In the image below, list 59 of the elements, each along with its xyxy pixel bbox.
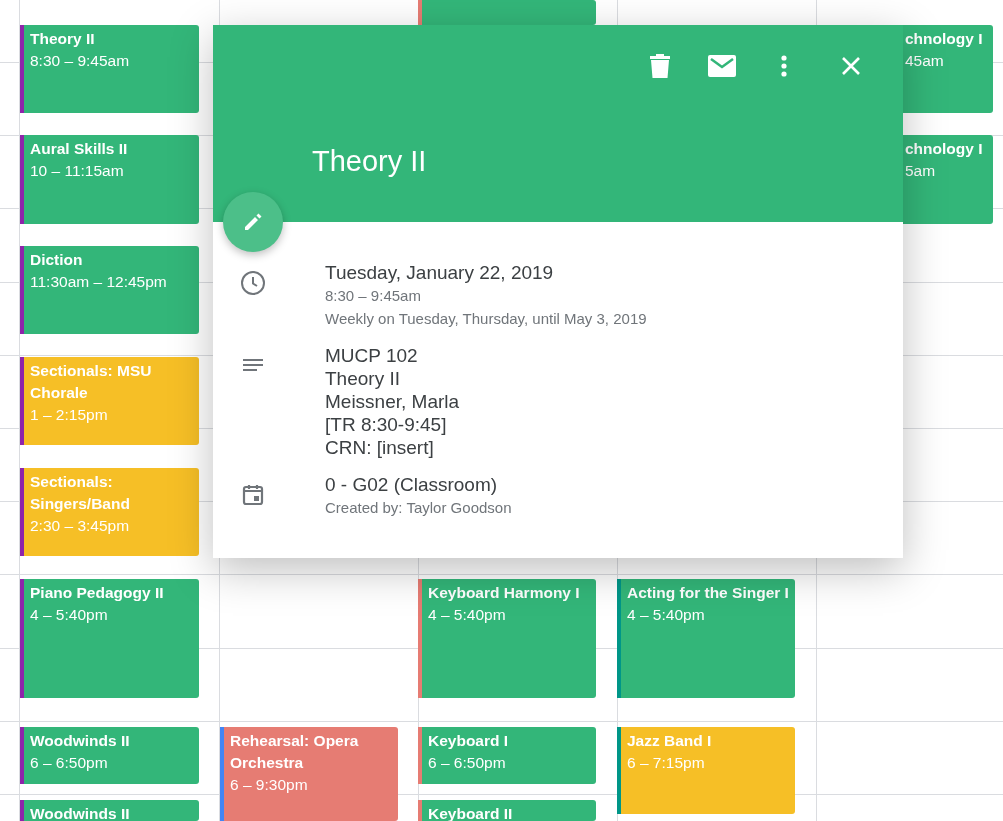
description-line: Meissner, Marla (325, 390, 460, 413)
calendar-event[interactable]: Piano Pedagogy II 4 – 5:40pm (20, 579, 199, 698)
event-time: 45am (905, 51, 945, 71)
event-time-range: 8:30 – 9:45am (325, 286, 422, 306)
event-title: Acting for the Singer I (627, 583, 790, 603)
calendar-event[interactable]: chnology I 45am (903, 25, 993, 113)
calendar-event[interactable]: Woodwinds II 6 – 6:50pm (20, 727, 199, 784)
calendar-event[interactable]: Diction 11:30am – 12:45pm (20, 246, 199, 334)
event-title: Woodwinds II (30, 804, 131, 821)
calendar-event[interactable]: Rehearsal: Opera Orchestra 6 – 9:30pm (220, 727, 398, 821)
event-title: Keyboard I (428, 731, 510, 751)
event-time: 6 – 9:30pm (230, 775, 309, 795)
event-title: Piano Pedagogy II (30, 583, 165, 603)
calendar-event[interactable]: Sectionals: Singers/Band 2:30 – 3:45pm (20, 468, 199, 556)
calendar-event[interactable]: Keyboard Harmony I 4 – 5:40pm (418, 579, 596, 698)
description-line: [TR 8:30-9:45] (325, 413, 448, 436)
description-line: Theory II (325, 367, 401, 390)
event-title: Aural Skills II (30, 139, 129, 159)
created-by-text: Created by: Taylor Goodson (325, 498, 512, 518)
event-time: 4 – 5:40pm (30, 605, 109, 625)
event-time: 2:30 – 3:45pm (30, 516, 131, 536)
event-title: Diction (30, 250, 84, 270)
event-title: Jazz Band I (627, 731, 713, 751)
recurrence-text: Weekly on Tuesday, Thursday, until May 3, 2019 (325, 309, 647, 329)
event-time: 5am (905, 161, 937, 181)
calendar-event[interactable]: chnology I 5am (903, 135, 993, 224)
event-title: chnology I (905, 139, 984, 159)
event-title: Rehearsal: Opera Orchestra (230, 731, 360, 773)
calendar-event[interactable]: Aural Skills II 10 – 11:15am (20, 135, 199, 224)
calendar-icon (240, 482, 266, 508)
event-time: 4 – 5:40pm (428, 605, 507, 625)
event-time: 8:30 – 9:45am (30, 51, 131, 71)
description-line: CRN: [insert] (325, 436, 435, 459)
calendar-event[interactable]: Acting for the Singer I 4 – 5:40pm (617, 579, 795, 698)
event-date: Tuesday, January 22, 2019 (325, 261, 555, 284)
calendar-event[interactable]: Keyboard I 6 – 6:50pm (418, 727, 596, 784)
event-time: 11:30am – 12:45pm (30, 272, 168, 292)
description-line: MUCP 102 (325, 344, 419, 367)
pencil-icon (243, 212, 263, 232)
calendar-name: 0 - G02 (Classroom) (325, 473, 499, 496)
event-time: 6 – 6:50pm (30, 753, 109, 773)
clock-icon (240, 270, 266, 296)
popup-title: Theory II (312, 145, 427, 178)
event-time: 6 – 7:15pm (627, 753, 706, 773)
event-title: Woodwinds II (30, 731, 131, 751)
event-title: Sectionals: Singers/Band (30, 472, 131, 514)
calendar-event[interactable]: Sectionals: MSU Chorale 1 – 2:15pm (20, 357, 199, 445)
calendar-event[interactable]: Jazz Band I 6 – 7:15pm (617, 727, 795, 814)
event-title: Keyboard Harmony I (428, 583, 581, 603)
edit-button[interactable] (223, 192, 283, 252)
event-title: Sectionals: MSU Chorale (30, 361, 153, 403)
calendar-event[interactable]: Woodwinds II (20, 800, 199, 821)
event-time: 6 – 6:50pm (428, 753, 507, 773)
event-title: Theory II (30, 29, 96, 49)
calendar-event[interactable]: Theory II 8:30 – 9:45am (20, 25, 199, 113)
event-time: 10 – 11:15am (30, 161, 125, 181)
event-title: chnology I (905, 29, 984, 49)
event-time: 4 – 5:40pm (627, 605, 706, 625)
event-time: 1 – 2:15pm (30, 405, 109, 425)
